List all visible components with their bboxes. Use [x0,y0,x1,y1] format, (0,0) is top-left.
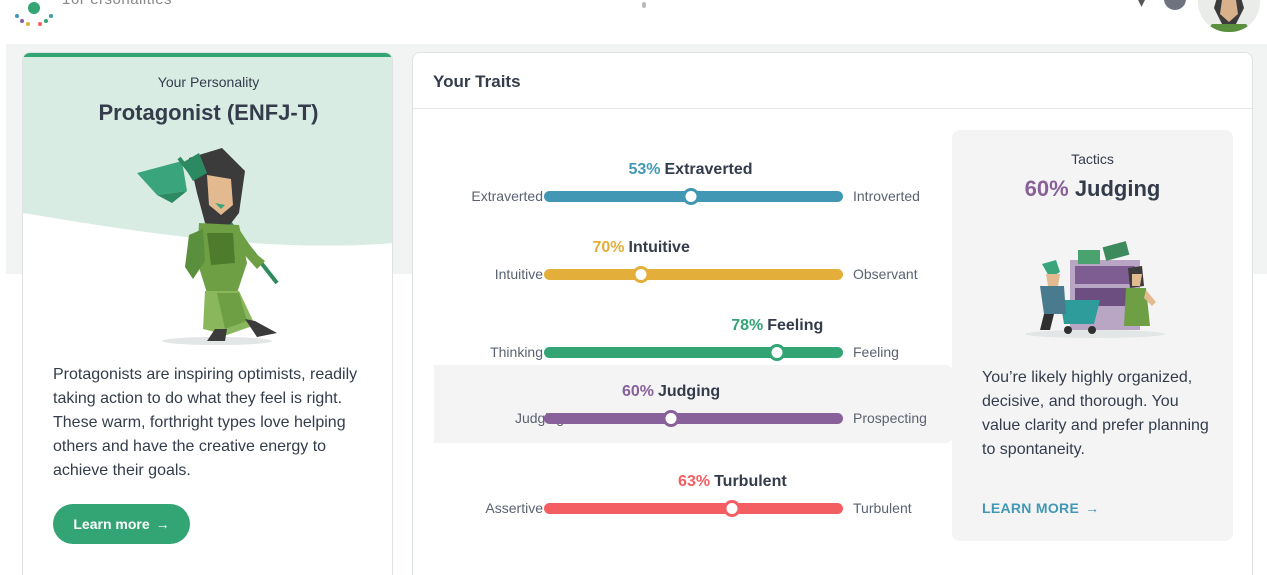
trait-right-label: Feeling [853,344,899,360]
trait-row-extraverted[interactable]: 53% Extraverted Extraverted Introverted [413,143,953,221]
protagonist-illustration [137,148,279,345]
avatar[interactable] [1198,0,1260,32]
personality-card: Your Personality Protagonist (ENFJ-T) Pr… [22,52,393,575]
personality-title: Protagonist (ENFJ-T) [98,100,319,125]
trait-right-label: Observant [853,266,918,282]
trait-name: Extraverted [664,161,753,178]
trait-slider-knob[interactable] [723,500,741,517]
trait-bar[interactable] [544,188,843,205]
arrow-right-icon: → [155,516,170,532]
trait-right-label: Turbulent [853,500,912,516]
tactics-label: Tactics [1071,151,1114,167]
trait-percent: 63% [678,473,711,490]
tactics-title: 60% Judging [952,176,1233,202]
tactics-description: You’re likely highly organized, decisive… [982,369,1209,458]
trait-row-turbulent[interactable]: 63% Turbulent Assertive Turbulent [413,455,953,533]
trait-percent: 70% [592,239,625,256]
traits-header: Your Traits [413,53,1252,109]
traits-title: Your Traits [433,72,521,91]
learn-more-label: Learn more [73,516,150,532]
nav-indicator [642,2,646,8]
trait-bar[interactable] [544,500,843,517]
tactics-panel: Tactics 60% Judging You’re likely highly… [952,130,1233,541]
traits-card: Your Traits 53% Extraverted Extraverted Int… [412,52,1253,575]
judging-illustration [1025,241,1165,338]
trait-left-label: Assertive [485,500,543,516]
arrow-right-icon: → [1085,500,1100,516]
chevron-down-icon[interactable]: ▾ [1138,0,1145,11]
notification-icon[interactable] [1164,0,1186,10]
trait-left-label: Extraverted [471,188,543,204]
trait-percent: 78% [731,317,764,334]
trait-name: Intuitive [628,239,690,256]
personality-description: Protagonists are inspiring optimists, re… [53,366,358,479]
learn-more-button[interactable]: Learn more → [53,504,190,544]
trait-right-label: Prospecting [853,410,927,426]
trait-row-judging[interactable]: 60% Judging Judging Prospecting [434,365,953,443]
trait-heading: 78% Feeling [731,317,823,335]
tactics-learn-more-link[interactable]: LEARN MORE → [982,500,1099,516]
trait-name: Turbulent [714,473,787,490]
trait-right-label: Introverted [853,188,920,204]
trait-percent: 53% [628,161,661,178]
trait-bar[interactable] [544,344,843,361]
trait-left-label: Thinking [490,344,543,360]
trait-heading: 60% Judging [622,383,720,401]
top-navigation-bar: 16Personalities ▾ [0,0,1267,44]
trait-heading: 63% Turbulent [678,473,787,491]
trait-heading: 53% Extraverted [628,161,752,179]
trait-slider-knob[interactable] [768,344,786,361]
personality-label: Your Personality [157,74,260,90]
trait-left-label: Intuitive [494,266,543,282]
trait-bar[interactable] [544,266,843,283]
trait-bar[interactable] [544,410,843,427]
tactics-link-label: LEARN MORE [982,500,1080,516]
logo-icon[interactable] [12,0,56,28]
tactics-name: Judging [1074,176,1161,201]
trait-name: Judging [657,383,721,400]
logo-text[interactable]: 16Personalities [62,0,172,8]
trait-slider-knob[interactable] [632,266,650,283]
trait-percent: 60% [621,383,654,400]
trait-slider-knob[interactable] [682,188,699,205]
tactics-percent: 60% [1024,176,1069,201]
trait-name: Feeling [767,317,824,334]
trait-heading: 70% Intuitive [592,239,689,257]
trait-row-intuitive[interactable]: 70% Intuitive Intuitive Observant [413,221,953,299]
trait-slider-knob[interactable] [662,410,680,427]
